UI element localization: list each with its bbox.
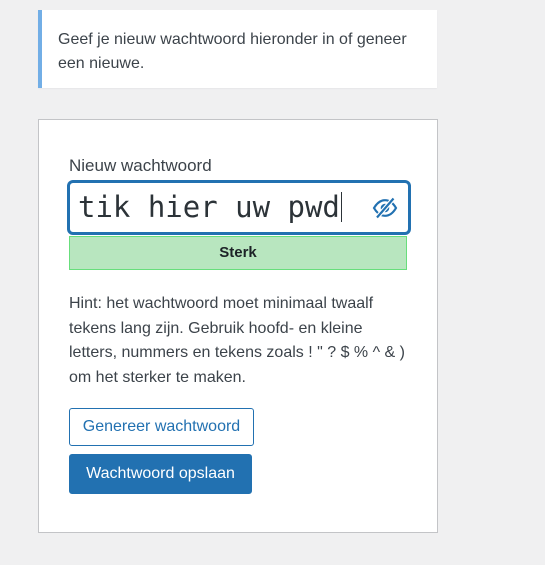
info-notice: Geef je nieuw wachtwoord hieronder in of… bbox=[38, 10, 437, 88]
password-value: tik hier uw pwd bbox=[78, 190, 340, 224]
save-password-button[interactable]: Wachtwoord opslaan bbox=[69, 454, 252, 494]
text-caret bbox=[340, 192, 343, 222]
generate-password-button[interactable]: Genereer wachtwoord bbox=[69, 408, 254, 446]
password-label: Nieuw wachtwoord bbox=[69, 156, 212, 175]
eye-slash-icon bbox=[372, 197, 398, 219]
notice-text: Geef je nieuw wachtwoord hieronder in of… bbox=[58, 31, 407, 72]
reset-password-form: Nieuw wachtwoord tik hier uw pwd Sterk H… bbox=[38, 119, 438, 533]
toggle-password-visibility-button[interactable] bbox=[370, 193, 400, 223]
password-field-wrapper[interactable]: tik hier uw pwd bbox=[68, 181, 410, 234]
password-input[interactable]: tik hier uw pwd bbox=[70, 183, 365, 232]
password-hint: Hint: het wachtwoord moet minimaal twaal… bbox=[69, 295, 405, 387]
password-strength-meter: Sterk bbox=[69, 236, 407, 270]
